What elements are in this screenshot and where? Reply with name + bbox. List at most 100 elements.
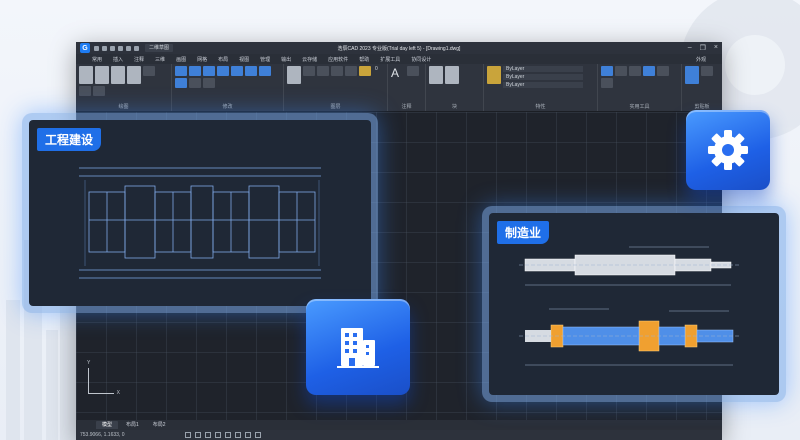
menu-item[interactable]: 插入 [113,56,123,63]
draw-tool-icon[interactable] [79,86,91,96]
close-icon[interactable]: × [714,44,718,52]
linetype-select[interactable]: ByLayer [503,74,583,80]
match-properties-icon[interactable] [487,66,501,84]
menu-item[interactable]: 扩展工具 [380,56,400,63]
menu-item[interactable]: 注释 [134,56,144,63]
copy-tool-icon[interactable] [189,66,201,76]
layer-tool-icon[interactable] [331,66,343,76]
ribbon-group-properties: ByLayer ByLayer ByLayer 特性 [484,64,598,111]
layer-tool-icon[interactable] [303,66,315,76]
menu-bar: 常用 插入 注释 三维 画图 网格 布局 视图 管理 输出 云存储 应用软件 帮… [76,54,722,64]
move-tool-icon[interactable] [175,66,187,76]
osnap-toggle-icon[interactable] [224,432,231,438]
layer-state-icon[interactable] [359,66,371,76]
cut-icon[interactable] [701,66,713,76]
menu-item[interactable]: 三维 [155,56,165,63]
qrcode-icon[interactable] [445,66,459,84]
trim-tool-icon[interactable] [259,66,271,76]
tab-layout1[interactable]: 布局1 [120,421,145,429]
menu-item[interactable]: 布局 [218,56,228,63]
current-layer-value[interactable]: 0 [375,66,378,84]
menu-item[interactable]: 输出 [281,56,291,63]
menu-item[interactable]: 云存储 [302,56,317,63]
color-select[interactable]: ByLayer [503,66,583,72]
menu-item[interactable]: 画图 [176,56,186,63]
ribbon-group-label: 绘图 [118,104,129,110]
arc-tool-icon[interactable] [127,66,141,84]
ribbon-group-label: 注释 [401,104,412,110]
print-icon[interactable] [118,45,123,51]
otrack-toggle-icon[interactable] [234,432,241,438]
quick-access-toolbar [94,45,139,51]
layout-tabs: 模型 布局1 布局2 [76,420,722,430]
draw-tool-icon[interactable] [93,86,105,96]
polar-toggle-icon[interactable] [214,432,221,438]
ribbon-group-label: 剪贴板 [694,104,710,110]
circle-tool-icon[interactable] [111,66,125,84]
lineweight-toggle-icon[interactable] [244,432,251,438]
ortho-toggle-icon[interactable] [204,432,211,438]
line-tool-icon[interactable] [79,66,93,84]
insert-block-icon[interactable] [429,66,443,84]
workspace-select[interactable]: 二维草图 [145,44,174,52]
redo-icon[interactable] [134,45,139,51]
menu-item[interactable]: 常用 [92,56,102,63]
save-icon[interactable] [110,45,115,51]
menu-item[interactable]: 视图 [239,56,249,63]
ucs-icon: YX [87,360,120,396]
snap-toggle-icon[interactable] [194,432,201,438]
ribbon-group-label: 块 [451,104,457,110]
coordinates-readout: 753.9066, 1.1633, 0 [80,432,125,438]
rotate-tool-icon[interactable] [217,66,229,76]
card-label-civil: 工程建设 [37,128,102,151]
status-toggles [184,432,261,438]
layer-tool-icon[interactable] [345,66,357,76]
stretch-tool-icon[interactable] [203,66,215,76]
lineweight-select[interactable]: ByLayer [503,82,583,88]
grid-toggle-icon[interactable] [184,432,191,438]
group-tool-icon[interactable] [601,66,613,76]
mirror-tool-icon[interactable] [231,66,243,76]
ribbon-group-label: 修改 [222,104,233,110]
menu-item[interactable]: 协同设计 [411,56,431,63]
explode-tool-icon[interactable] [245,66,257,76]
open-icon[interactable] [102,45,107,51]
layer-tool-icon[interactable] [317,66,329,76]
gear-icon [708,130,748,170]
title-bar: G 二维草图 浩辰CAD 2023 专业版(Trial day left 5) … [76,42,722,54]
ribbon-group-clipboard: 剪贴板 [682,64,722,111]
measure-tool-icon[interactable] [629,66,641,76]
undo-icon[interactable] [126,45,131,51]
tab-layout2[interactable]: 布局2 [147,421,172,429]
menu-item[interactable]: 网格 [197,56,207,63]
annotation-tool-icon[interactable] [407,66,419,76]
modify-tool-icon[interactable] [189,78,201,88]
layer-properties-icon[interactable] [287,66,301,84]
text-tool-icon[interactable]: A [391,66,405,84]
tab-model[interactable]: 模型 [96,421,119,429]
minimize-icon[interactable]: – [688,44,692,52]
app-logo-icon: G [80,43,90,53]
modify-tool-icon[interactable] [203,78,215,88]
offset-tool-icon[interactable] [175,78,187,88]
manufacturing-card: 制造业 [482,206,786,402]
ribbon-group-annotation: A 注释 [388,64,426,111]
utility-tool-icon[interactable] [657,66,669,76]
query-tool-icon[interactable] [643,66,655,76]
card-label-mfg: 制造业 [497,221,550,244]
utility-tool-icon[interactable] [601,78,613,88]
new-icon[interactable] [94,45,99,51]
ribbon: 绘图 修改 0 图层 A 注释 块 ByLayer ByLayer ByLaye… [76,64,722,112]
appearance-menu[interactable]: 外观 [696,56,706,63]
draw-tool-icon[interactable] [143,66,155,76]
ribbon-group-block: 块 [426,64,484,111]
measure-tool-icon[interactable] [615,66,627,76]
menu-item[interactable]: 管理 [260,56,270,63]
restore-icon[interactable]: ❐ [700,44,706,52]
menu-item[interactable]: 帮助 [359,56,369,63]
paste-icon[interactable] [685,66,699,84]
menu-item[interactable]: 应用软件 [328,56,348,63]
ribbon-group-label: 实用工具 [629,104,650,110]
polyline-tool-icon[interactable] [95,66,109,84]
settings-icon[interactable] [254,432,261,438]
